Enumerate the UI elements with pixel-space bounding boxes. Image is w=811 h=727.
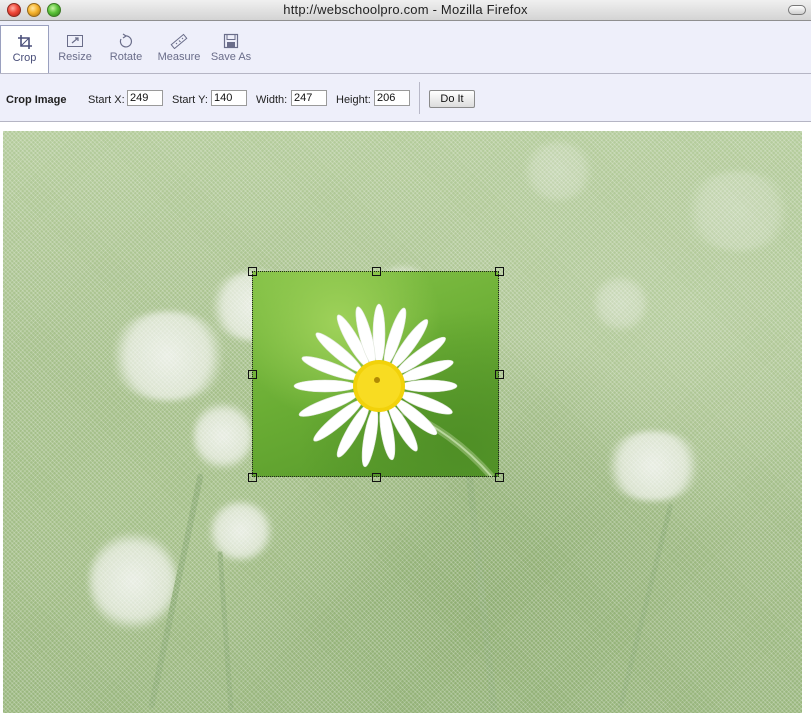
crop-selection-box[interactable] (248, 267, 504, 482)
window-titlebar: http://webschoolpro.com - Mozilla Firefo… (0, 0, 811, 21)
window-title: http://webschoolpro.com - Mozilla Firefo… (283, 2, 528, 17)
start-y-input[interactable] (211, 90, 247, 106)
crop-handle-top[interactable] (372, 267, 381, 276)
crop-tool-label: Crop (12, 52, 37, 64)
toolbar-toggle-button[interactable] (788, 5, 806, 15)
crop-handle-left[interactable] (248, 370, 257, 379)
crop-handle-top-left[interactable] (248, 267, 257, 276)
rotate-icon (119, 33, 133, 48)
width-label: Width: (256, 94, 288, 106)
do-it-button[interactable]: Do It (429, 90, 475, 108)
crop-options-title: Crop Image (6, 94, 67, 106)
daisy-photo (3, 131, 802, 713)
ruler-icon (170, 33, 188, 49)
width-input[interactable] (291, 90, 327, 106)
crop-handle-bottom[interactable] (372, 473, 381, 482)
height-input[interactable] (374, 90, 410, 106)
measure-tool-label: Measure (157, 51, 201, 63)
resize-icon (67, 35, 83, 47)
crop-handle-top-right[interactable] (495, 267, 504, 276)
start-x-input[interactable] (127, 90, 163, 106)
crop-options-bar: Crop Image Start X: Start Y: Width: Heig… (0, 74, 811, 122)
options-divider (419, 82, 420, 114)
rotate-tool-button[interactable]: Rotate (104, 25, 148, 73)
crop-icon (17, 35, 32, 49)
crop-handle-right[interactable] (495, 370, 504, 379)
resize-tool-label: Resize (58, 51, 92, 63)
height-label: Height: (336, 94, 371, 106)
start-y-label: Start Y: (172, 94, 208, 106)
start-x-label: Start X: (88, 94, 125, 106)
save-as-tool-button[interactable]: Save As (206, 25, 256, 73)
crop-handle-bottom-left[interactable] (248, 473, 257, 482)
crop-handle-bottom-right[interactable] (495, 473, 504, 482)
measure-tool-button[interactable]: Measure (155, 25, 203, 73)
resize-tool-button[interactable]: Resize (53, 25, 97, 73)
image-canvas-area (0, 122, 811, 727)
crop-tool-button[interactable]: Crop (0, 25, 49, 73)
tool-toolbar: Crop Resize Rotate Measure Save As (0, 21, 811, 74)
rotate-tool-label: Rotate (109, 51, 143, 63)
floppy-disk-icon (223, 33, 239, 49)
save-as-tool-label: Save As (210, 51, 252, 63)
